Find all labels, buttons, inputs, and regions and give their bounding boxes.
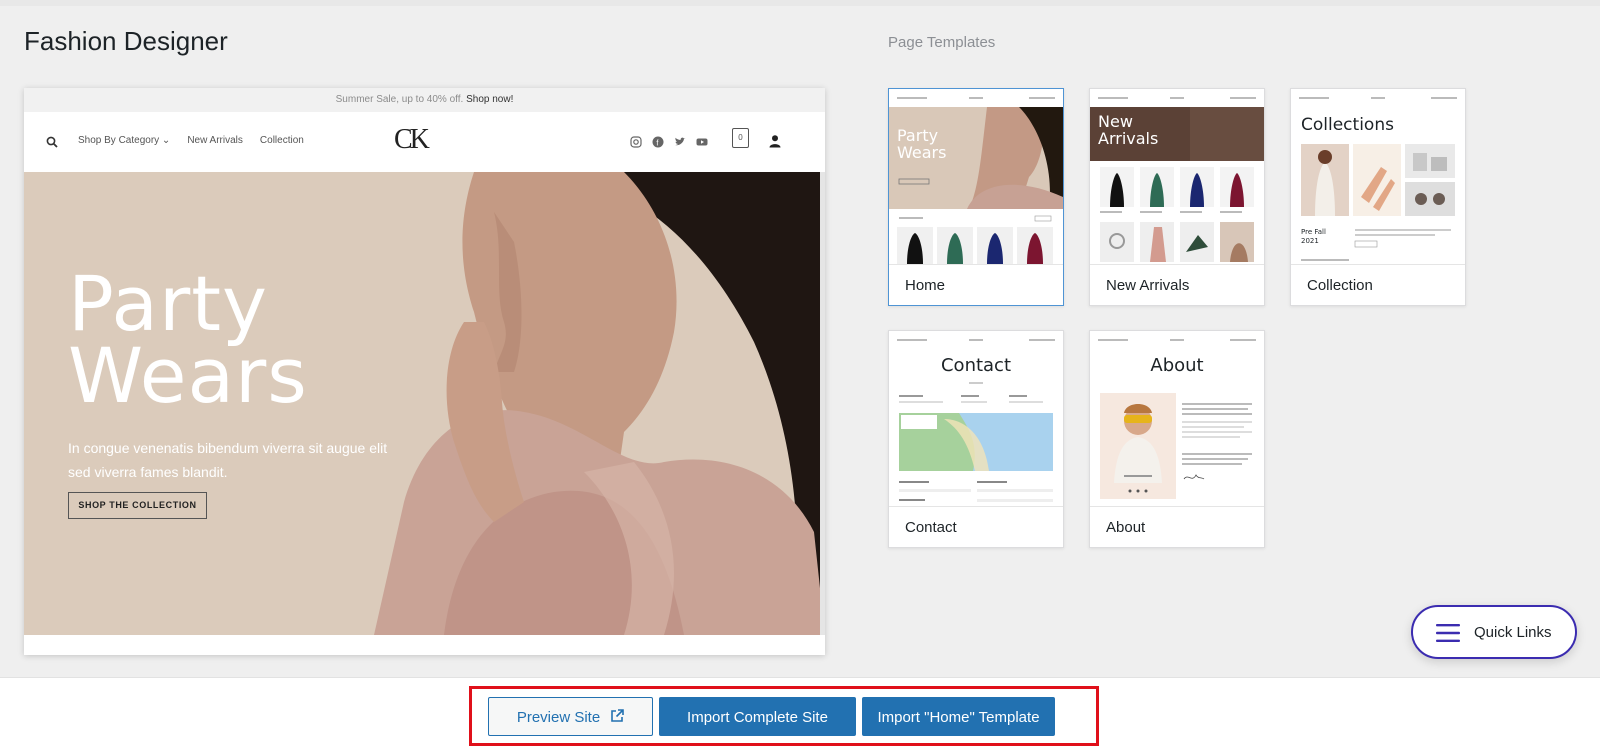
announcement-link: Shop now! <box>466 94 514 105</box>
template-thumb-caption: Pre Fall 2021 <box>1301 228 1326 245</box>
template-label-about: About <box>1090 506 1264 547</box>
template-thumb-collection: Collections Pre Fall 2021 <box>1291 89 1465 264</box>
user-icon <box>769 135 781 148</box>
quick-links-button[interactable]: Quick Links <box>1411 605 1577 659</box>
nav-links: Shop By Category ⌄ New Arrivals Collecti… <box>78 135 304 146</box>
template-card-home[interactable]: Party Wears Home <box>888 88 1064 306</box>
nav-link-new-arrivals: New Arrivals <box>187 135 243 146</box>
youtube-icon <box>696 135 708 147</box>
template-thumb-contact: Contact <box>889 331 1063 506</box>
template-card-about[interactable]: About About <box>1089 330 1265 548</box>
site-nav: Shop By Category ⌄ New Arrivals Collecti… <box>24 112 825 172</box>
template-thumb-title: Party Wears <box>897 126 947 162</box>
hamburger-icon <box>1436 624 1460 642</box>
template-thumb-title: New Arrivals <box>1098 112 1159 148</box>
hero-subtitle: In congue venenatis bibendum viverra sit… <box>68 440 388 480</box>
highlight-box <box>469 686 1099 746</box>
template-label-collection: Collection <box>1291 264 1465 305</box>
twitter-icon <box>674 135 686 147</box>
facebook-icon: f <box>652 135 664 148</box>
site-preview[interactable]: Summer Sale, up to 40% off. Shop now! Sh… <box>24 88 825 655</box>
template-card-collection[interactable]: Collections Pre Fall 2021 Collection <box>1290 88 1466 306</box>
quick-links-label: Quick Links <box>1474 624 1552 641</box>
cart-icon: 0 <box>732 128 749 148</box>
template-thumb-title: Contact <box>940 355 1012 376</box>
announcement-bar: Summer Sale, up to 40% off. Shop now! <box>24 88 825 112</box>
top-strip <box>0 0 1600 6</box>
template-thumb-title: About <box>1150 355 1204 376</box>
template-card-new-arrivals[interactable]: New Arrivals New Arrivals <box>1089 88 1265 306</box>
template-card-contact[interactable]: Contact Contact <box>888 330 1064 548</box>
nav-link-collection: Collection <box>259 135 304 146</box>
preview-footer-strip <box>24 635 825 655</box>
social-icons: f <box>630 135 708 148</box>
hero-banner: Party Wears In congue venenatis bibendum… <box>24 172 825 635</box>
template-thumb-about: About <box>1090 331 1264 506</box>
nav-link-category: Shop By Category ⌄ <box>78 135 171 146</box>
page-title: Fashion Designer <box>24 26 228 56</box>
search-icon <box>46 136 58 148</box>
templates-heading: Page Templates <box>888 34 996 51</box>
instagram-icon <box>630 135 642 148</box>
announcement-text: Summer Sale, up to 40% off. <box>335 94 464 105</box>
template-thumb-home: Party Wears <box>889 89 1063 264</box>
logo: CK <box>394 124 430 155</box>
template-thumb-new-arrivals: New Arrivals <box>1090 89 1264 264</box>
template-label-new-arrivals: New Arrivals <box>1090 264 1264 305</box>
template-label-contact: Contact <box>889 506 1063 547</box>
preview-scrollbar <box>820 172 825 635</box>
template-label-home: Home <box>889 264 1063 305</box>
hero-title: Party Wears <box>68 259 308 420</box>
shop-collection-button: SHOP THE COLLECTION <box>68 492 207 519</box>
template-thumb-title: Collections <box>1301 115 1394 135</box>
